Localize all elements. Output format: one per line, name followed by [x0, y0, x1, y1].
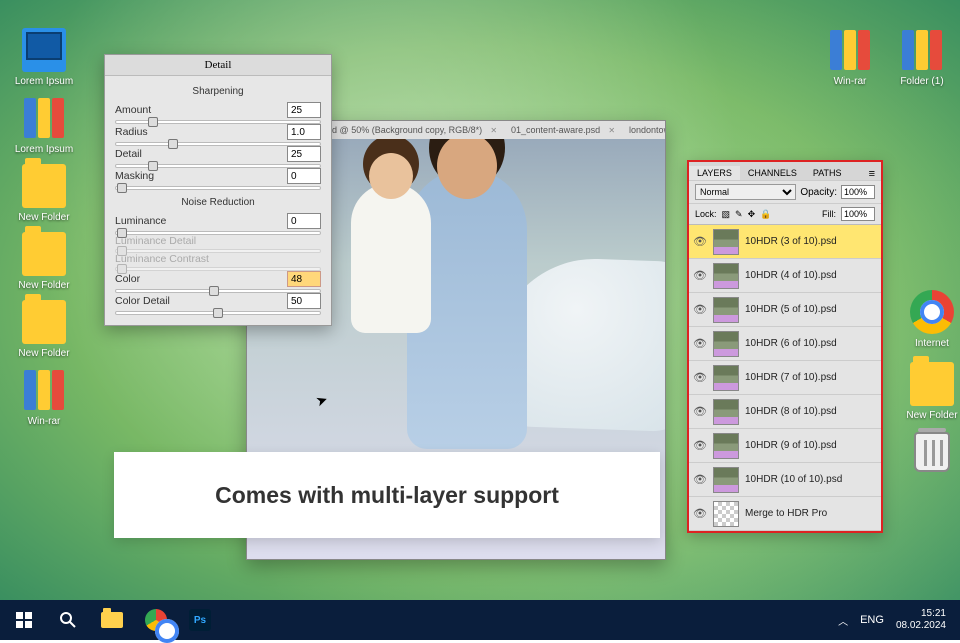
slider-value[interactable]: 0: [287, 168, 321, 184]
layer-row[interactable]: 👁 10HDR (5 of 10).psd: [689, 293, 881, 327]
layer-row[interactable]: 👁 10HDR (3 of 10).psd: [689, 225, 881, 259]
layer-name: Merge to HDR Pro: [745, 508, 827, 519]
opacity-label: Opacity:: [800, 187, 837, 198]
lang-indicator[interactable]: ENG: [860, 614, 884, 626]
blend-mode-select[interactable]: Normal: [695, 184, 796, 200]
layer-thumbnail[interactable]: [713, 331, 739, 357]
document-tab[interactable]: londontowerpanoLOW.jpg: [629, 125, 665, 135]
visibility-eye-icon[interactable]: 👁: [693, 371, 707, 384]
layer-name: 10HDR (6 of 10).psd: [745, 338, 837, 349]
slider-detail[interactable]: Detail25: [115, 146, 321, 168]
layer-name: 10HDR (10 of 10).psd: [745, 474, 842, 485]
layer-thumbnail[interactable]: [713, 501, 739, 527]
document-tab[interactable]: 01_content-aware.psd: [511, 125, 615, 135]
caption-banner: Comes with multi-layer support: [114, 452, 660, 538]
layer-thumbnail[interactable]: [713, 229, 739, 255]
slider-radius[interactable]: Radius1.0: [115, 124, 321, 146]
layer-row[interactable]: 👁 10HDR (10 of 10).psd: [689, 463, 881, 497]
fill-input[interactable]: 100%: [841, 207, 875, 221]
layer-name: 10HDR (4 of 10).psd: [745, 270, 837, 281]
visibility-eye-icon[interactable]: 👁: [693, 235, 707, 248]
tray-chevron-icon[interactable]: ︿: [838, 613, 848, 628]
desktop-icon-new-folder[interactable]: New Folder: [14, 164, 74, 223]
layer-thumbnail[interactable]: [713, 399, 739, 425]
slider-value[interactable]: 25: [287, 146, 321, 162]
slider-value[interactable]: 1.0: [287, 124, 321, 140]
fill-label: Fill:: [822, 209, 836, 219]
slider-value[interactable]: 0: [287, 213, 321, 229]
layer-thumbnail[interactable]: [713, 467, 739, 493]
slider-value[interactable]: 25: [287, 102, 321, 118]
slider-color[interactable]: Color48: [115, 271, 321, 293]
desktop-icon-trash[interactable]: [902, 430, 960, 478]
lock-all-icon[interactable]: 🔒: [760, 209, 771, 220]
caption-text: Comes with multi-layer support: [215, 482, 559, 509]
lock-label: Lock:: [695, 209, 717, 219]
clock[interactable]: 15:21 08.02.2024: [896, 608, 946, 632]
layer-thumbnail[interactable]: [713, 297, 739, 323]
desktop-icon-internet[interactable]: Internet: [902, 290, 960, 349]
detail-panel[interactable]: Detail Sharpening Amount25Radius1.0Detai…: [104, 54, 332, 326]
chrome-taskbar-icon[interactable]: [136, 600, 176, 640]
lock-transparency-icon[interactable]: ▧: [722, 209, 731, 220]
desktop-icon-win-rar[interactable]: Win-rar: [820, 28, 880, 87]
layers-panel[interactable]: LAYERS CHANNELS PATHS ≡ Normal Opacity: …: [687, 160, 883, 533]
tab-channels[interactable]: CHANNELS: [740, 166, 805, 180]
desktop-icon-lorem-ipsum[interactable]: Lorem Ipsum: [14, 96, 74, 155]
layer-name: 10HDR (3 of 10).psd: [745, 236, 837, 247]
layer-thumbnail[interactable]: [713, 263, 739, 289]
lock-image-icon[interactable]: ✎: [735, 209, 743, 220]
layer-thumbnail[interactable]: [713, 365, 739, 391]
slider-luminance[interactable]: Luminance0: [115, 213, 321, 235]
desktop: Lorem Ipsum Lorem Ipsum New Folder New Fold…: [0, 0, 960, 600]
desktop-icon-folder-1-[interactable]: Folder (1): [892, 28, 952, 87]
visibility-eye-icon[interactable]: 👁: [693, 337, 707, 350]
visibility-eye-icon[interactable]: 👁: [693, 303, 707, 316]
search-button[interactable]: [48, 600, 88, 640]
taskbar[interactable]: Ps ︿ ENG 15:21 08.02.2024: [0, 600, 960, 640]
layer-thumbnail[interactable]: [713, 433, 739, 459]
slider-luminance-contrast[interactable]: Luminance Contrast: [115, 253, 321, 271]
photoshop-taskbar-icon[interactable]: Ps: [180, 600, 220, 640]
lock-position-icon[interactable]: ✥: [748, 209, 756, 220]
desktop-icon-new-folder[interactable]: New Folder: [14, 232, 74, 291]
tab-paths[interactable]: PATHS: [805, 166, 850, 180]
layer-name: 10HDR (9 of 10).psd: [745, 440, 837, 451]
slider-amount[interactable]: Amount25: [115, 102, 321, 124]
layer-name: 10HDR (7 of 10).psd: [745, 372, 837, 383]
slider-masking[interactable]: Masking0: [115, 168, 321, 190]
opacity-input[interactable]: 100%: [841, 185, 875, 199]
sharpening-heading: Sharpening: [115, 86, 321, 97]
layer-row[interactable]: 👁 10HDR (4 of 10).psd: [689, 259, 881, 293]
tab-layers[interactable]: LAYERS: [689, 166, 740, 180]
visibility-eye-icon[interactable]: 👁: [693, 473, 707, 486]
layer-name: 10HDR (8 of 10).psd: [745, 406, 837, 417]
visibility-eye-icon[interactable]: 👁: [693, 439, 707, 452]
layer-row[interactable]: 👁 10HDR (9 of 10).psd: [689, 429, 881, 463]
desktop-icon-new-folder[interactable]: New Folder: [902, 362, 960, 421]
slider-luminance-detail[interactable]: Luminance Detail: [115, 235, 321, 253]
desktop-icon-lorem-ipsum[interactable]: Lorem Ipsum: [14, 28, 74, 87]
visibility-eye-icon[interactable]: 👁: [693, 507, 707, 520]
layer-row[interactable]: 👁 10HDR (6 of 10).psd: [689, 327, 881, 361]
explorer-icon[interactable]: [92, 600, 132, 640]
layer-row[interactable]: 👁 10HDR (8 of 10).psd: [689, 395, 881, 429]
panel-menu-icon[interactable]: ≡: [863, 168, 881, 180]
layer-row[interactable]: 👁 Merge to HDR Pro: [689, 497, 881, 531]
desktop-icon-new-folder[interactable]: New Folder: [14, 300, 74, 359]
slider-color-detail[interactable]: Color Detail50: [115, 293, 321, 315]
panel-title: Detail: [105, 55, 331, 76]
visibility-eye-icon[interactable]: 👁: [693, 269, 707, 282]
slider-value[interactable]: 50: [287, 293, 321, 309]
slider-value[interactable]: 48: [287, 271, 321, 287]
desktop-icon-win-rar[interactable]: Win-rar: [14, 368, 74, 427]
layer-row[interactable]: 👁 10HDR (7 of 10).psd: [689, 361, 881, 395]
visibility-eye-icon[interactable]: 👁: [693, 405, 707, 418]
layer-name: 10HDR (5 of 10).psd: [745, 304, 837, 315]
start-button[interactable]: [4, 600, 44, 640]
noise-heading: Noise Reduction: [115, 197, 321, 208]
